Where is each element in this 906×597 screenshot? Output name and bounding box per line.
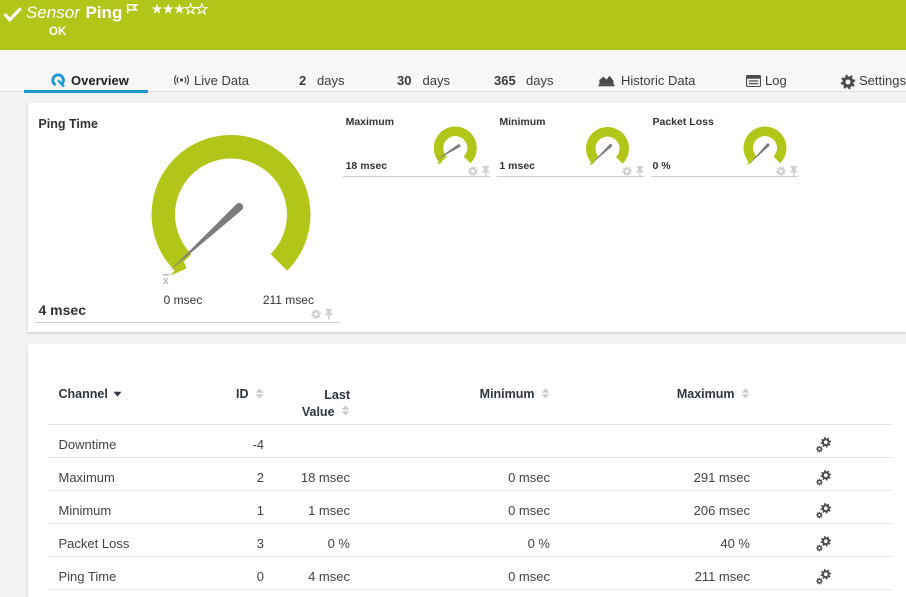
svg-text:x: x	[163, 275, 169, 287]
